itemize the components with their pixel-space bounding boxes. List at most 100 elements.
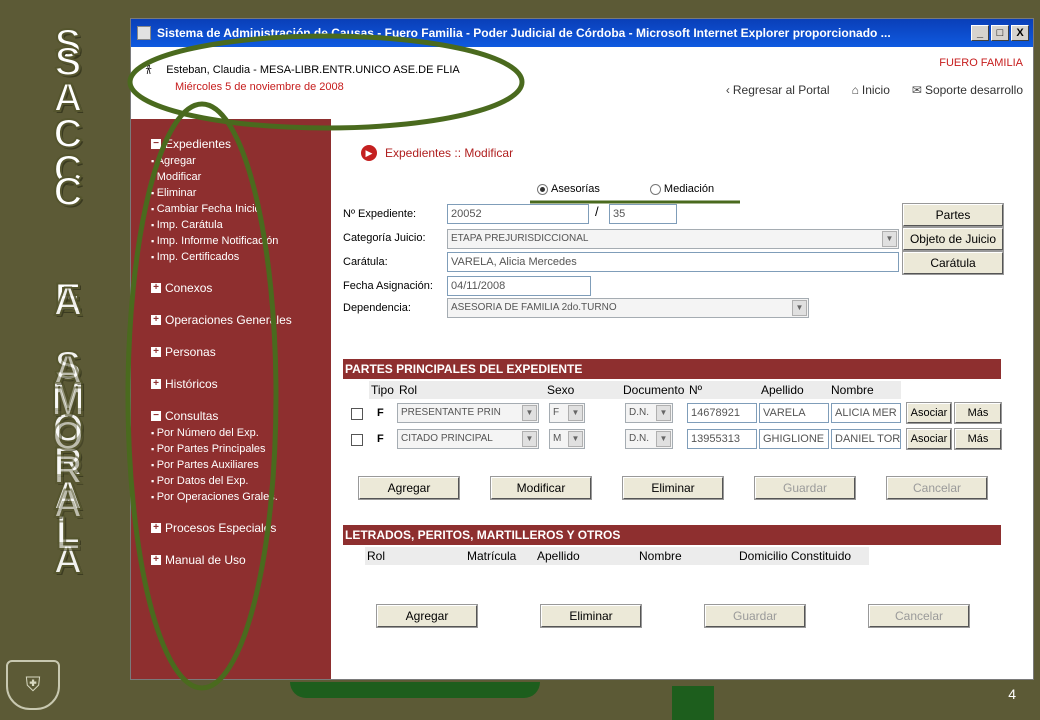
letter: S: [54, 40, 83, 84]
menu-procesos[interactable]: + Procesos Especiales: [151, 519, 331, 537]
fecha-input[interactable]: 04/11/2008: [447, 276, 591, 296]
letrados-cancelar-button[interactable]: Cancelar: [868, 604, 970, 628]
menu-item[interactable]: Cambiar Fecha Inicio: [151, 201, 331, 217]
menu-expedientes[interactable]: − Expedientes: [151, 135, 331, 153]
maximize-button[interactable]: □: [991, 25, 1009, 41]
menu-label: Procesos Especiales: [165, 521, 277, 535]
radio-icon: [649, 183, 661, 195]
menu-conexos[interactable]: + Conexos: [151, 279, 331, 297]
menu-item[interactable]: Por Partes Auxiliares: [151, 457, 331, 473]
chevron-down-icon: ▼: [522, 431, 537, 447]
chevron-down-icon: ▼: [568, 431, 583, 447]
menu-label: Conexos: [165, 281, 213, 295]
radio-asesorias[interactable]: Asesorías: [537, 183, 600, 195]
nombre-input[interactable]: DANIEL TOR: [831, 429, 901, 449]
rol-select[interactable]: CITADO PRINCIPAL ▼: [397, 429, 539, 449]
nro-expediente-label: Nº Expediente:: [343, 208, 417, 220]
caratula-button[interactable]: Carátula: [902, 251, 1004, 275]
dependencia-select[interactable]: ASESORIA DE FAMILIA 2do.TURNO ▼: [447, 298, 809, 318]
letter: O: [51, 414, 84, 458]
apellido-input[interactable]: GHIGLIONE: [759, 429, 829, 449]
menu-item[interactable]: Modificar: [151, 169, 331, 185]
mas-button[interactable]: Más: [954, 428, 1002, 450]
partes-modificar-button[interactable]: Modificar: [490, 476, 592, 500]
nro-expediente-input[interactable]: 20052: [447, 204, 589, 224]
menu-historicos[interactable]: + Históricos: [151, 375, 331, 393]
letter: R: [53, 448, 84, 492]
col-header: Tipo: [369, 381, 399, 399]
minimize-button[interactable]: _: [971, 25, 989, 41]
menu-item[interactable]: Imp. Carátula: [151, 217, 331, 233]
nro-slash: /: [595, 204, 599, 219]
letter: C: [53, 170, 84, 214]
partes-section-title: PARTES PRINCIPALES DEL EXPEDIENTE: [343, 359, 1001, 379]
mas-button[interactable]: Más: [954, 402, 1002, 424]
link-inicio[interactable]: ⌂ Inicio: [852, 83, 890, 97]
menu-item[interactable]: Por Datos del Exp.: [151, 473, 331, 489]
window-title: Sistema de Administración de Causas - Fu…: [157, 26, 891, 40]
doc-select[interactable]: D.N. ▼: [625, 429, 673, 449]
court-crest-icon: ⛨: [6, 660, 60, 710]
chevron-down-icon: ▼: [656, 431, 671, 447]
partes-eliminar-button[interactable]: Eliminar: [622, 476, 724, 500]
partes-guardar-button[interactable]: Guardar: [754, 476, 856, 500]
row-checkbox[interactable]: [351, 408, 363, 420]
select-value: ETAPA PREJURISDICCIONAL: [451, 233, 589, 244]
menu-consultas[interactable]: − Consultas: [151, 407, 331, 425]
home-icon: ⌂: [851, 83, 859, 97]
menu-item[interactable]: Agregar: [151, 153, 331, 169]
menu-label: Históricos: [165, 377, 218, 391]
nombre-input[interactable]: ALICIA MER: [831, 403, 901, 423]
asociar-button[interactable]: Asociar: [906, 428, 952, 450]
menu-item[interactable]: Por Partes Principales: [151, 441, 331, 457]
sexo-select[interactable]: M ▼: [549, 429, 585, 449]
link-regresar-portal[interactable]: ‹ Regresar al Portal: [726, 83, 830, 97]
partes-cancelar-button[interactable]: Cancelar: [886, 476, 988, 500]
menu-item[interactable]: Por Operaciones Grales.: [151, 489, 331, 505]
expand-icon: +: [151, 315, 161, 325]
col-header: Rol: [397, 381, 545, 399]
sexo-select[interactable]: F ▼: [549, 403, 585, 423]
menu-label: Expedientes: [165, 137, 232, 151]
menu-personas[interactable]: + Personas: [151, 343, 331, 361]
ie-icon: [137, 26, 151, 40]
slide-title-letters-4: A M O R A L: [48, 349, 88, 557]
link-label: Inicio: [861, 83, 890, 97]
menu-item[interactable]: Por Número del Exp.: [151, 425, 331, 441]
letrados-agregar-button[interactable]: Agregar: [376, 604, 478, 628]
select-value: D.N.: [629, 433, 649, 444]
close-button[interactable]: X: [1011, 25, 1029, 41]
chevron-down-icon: ▼: [792, 300, 807, 316]
fuero-label: FUERO FAMILIA: [939, 57, 1023, 69]
nro-year-input[interactable]: 35: [609, 204, 677, 224]
chevron-down-icon: ▼: [656, 405, 671, 421]
letrados-guardar-button[interactable]: Guardar: [704, 604, 806, 628]
nro-doc-input[interactable]: 14678921: [687, 403, 757, 423]
nro-doc-input[interactable]: 13955313: [687, 429, 757, 449]
asociar-button[interactable]: Asociar: [906, 402, 952, 424]
row-checkbox[interactable]: [351, 434, 363, 446]
letter: M: [50, 380, 85, 424]
categoria-label: Categoría Juicio:: [343, 232, 426, 244]
expand-icon: +: [151, 283, 161, 293]
menu-item[interactable]: Imp. Informe Notificación: [151, 233, 331, 249]
radio-mediacion[interactable]: Mediación: [649, 183, 714, 195]
menu-item[interactable]: Imp. Certificados: [151, 249, 331, 265]
doc-select[interactable]: D.N. ▼: [625, 403, 673, 423]
categoria-select[interactable]: ETAPA PREJURISDICCIONAL ▼: [447, 229, 899, 249]
menu-item[interactable]: Eliminar: [151, 185, 331, 201]
link-soporte[interactable]: ✉ Soporte desarrollo: [912, 83, 1023, 97]
caratula-input[interactable]: VARELA, Alicia Mercedes: [447, 252, 899, 272]
letter: C: [53, 112, 84, 156]
rol-select[interactable]: PRESENTANTE PRIN ▼: [397, 403, 539, 423]
objeto-juicio-button[interactable]: Objeto de Juicio: [902, 227, 1004, 251]
partes-button[interactable]: Partes: [902, 203, 1004, 227]
partes-agregar-button[interactable]: Agregar: [358, 476, 460, 500]
dependencia-label: Dependencia:: [343, 302, 411, 314]
menu-manual[interactable]: + Manual de Uso: [151, 551, 331, 569]
collapse-icon: −: [151, 411, 161, 421]
expand-icon: +: [151, 523, 161, 533]
apellido-input[interactable]: VARELA: [759, 403, 829, 423]
menu-operaciones[interactable]: + Operaciones Generales: [151, 311, 331, 329]
letrados-eliminar-button[interactable]: Eliminar: [540, 604, 642, 628]
